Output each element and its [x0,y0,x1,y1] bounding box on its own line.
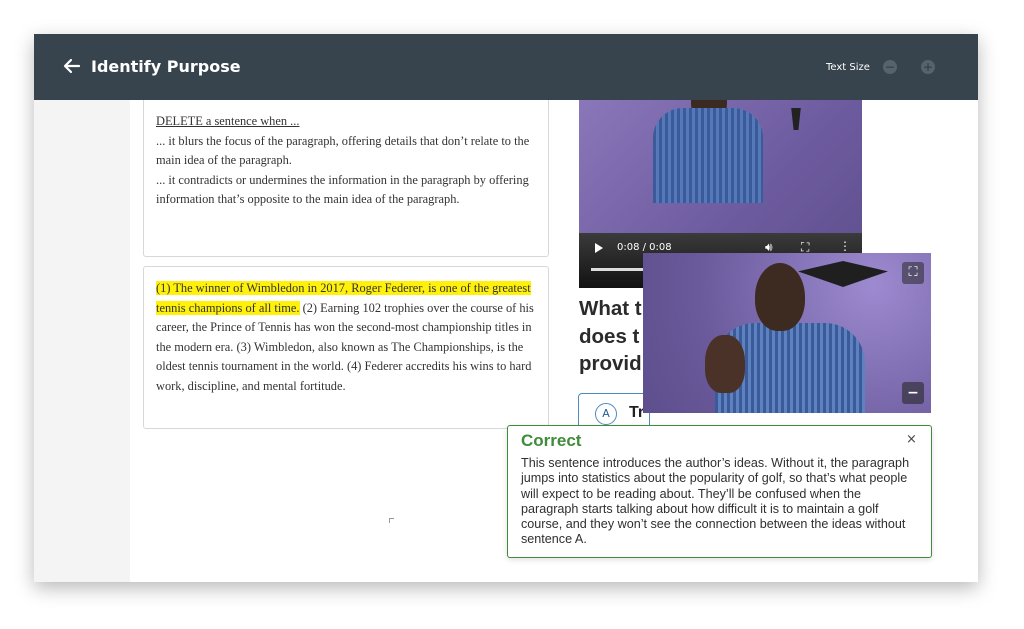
presenter-head-image [755,263,805,331]
delete-rule-1: ... it blurs the focus of the paragraph,… [156,133,530,168]
more-icon[interactable]: ⋮ [839,239,851,253]
text-size-increase-button[interactable]: + [921,60,935,74]
feedback-body: This sentence introduces the author’s id… [521,456,910,547]
delete-rule-2: ... it contradicts or undermines the inf… [156,172,529,207]
delete-heading: DELETE a sentence when ... [156,114,300,128]
passage-text: (1) The winner of Wimbledon in 2017, Rog… [156,279,540,396]
presenter-hand-image [705,335,745,393]
feedback-panel: Correct × This sentence introduces the a… [507,425,932,558]
text-size-decrease-button[interactable]: − [883,60,897,74]
rules-card: introduction, conclusion, or transition … [143,87,549,257]
feedback-title: Correct [521,431,582,450]
answer-letter: A [595,403,617,425]
presenter-shirt-image [653,108,763,203]
play-icon[interactable] [595,243,603,253]
header-bar: Identify Purpose Text Size − + [34,34,978,100]
arrow-left-icon[interactable] [62,56,82,76]
passage-card: (1) The winner of Wimbledon in 2017, Rog… [143,266,549,429]
expand-icon[interactable]: ⛶ [902,262,924,284]
close-icon[interactable]: × [906,432,917,447]
minimize-icon[interactable]: − [902,382,924,404]
video-time: 0:08 / 0:08 [617,242,672,253]
page-title: Identify Purpose [91,57,241,76]
picture-in-picture-video[interactable]: ⛶ − [643,253,931,413]
text-size-label: Text Size [826,62,870,73]
answer-text: Tr [629,404,645,421]
mouse-cursor [389,518,394,523]
